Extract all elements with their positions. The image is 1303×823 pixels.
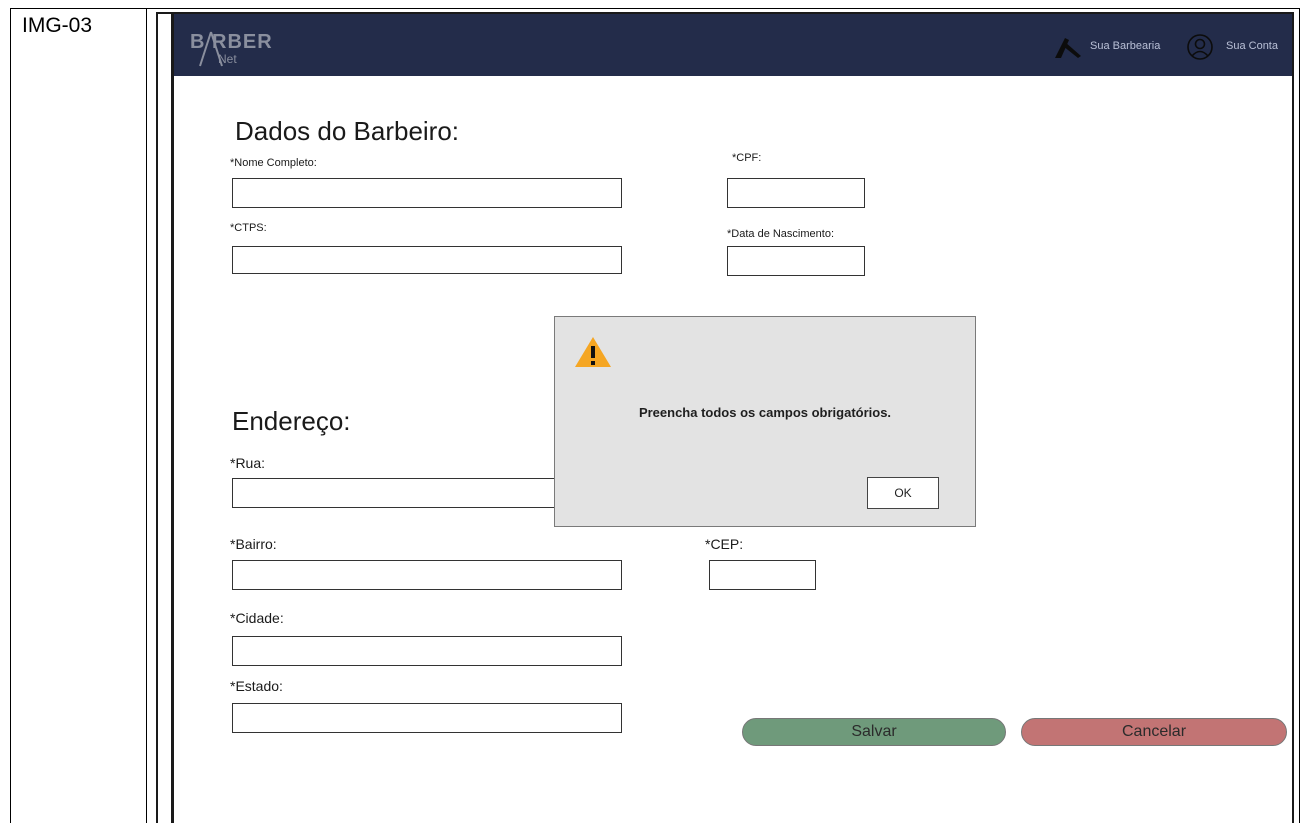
estado-field[interactable] bbox=[232, 703, 622, 733]
cancel-button[interactable]: Cancelar bbox=[1021, 718, 1287, 746]
document-page: IMG-03 B RBER Net Sua Barbearia Sua Cont… bbox=[0, 0, 1303, 823]
user-circle-icon[interactable] bbox=[1186, 33, 1214, 66]
cpf-field[interactable] bbox=[727, 178, 865, 208]
label-nome: *Nome Completo: bbox=[230, 157, 317, 169]
scissors-comb-icon[interactable] bbox=[1053, 34, 1083, 65]
ctps-field[interactable] bbox=[232, 246, 622, 274]
app-logo-sub: Net bbox=[218, 52, 237, 66]
dialog-message: Preencha todos os campos obrigatórios. bbox=[638, 405, 892, 420]
ok-button[interactable]: OK bbox=[867, 477, 939, 509]
warning-icon bbox=[573, 335, 613, 374]
table-border-divider bbox=[146, 8, 147, 823]
section-title-barbeiro: Dados do Barbeiro: bbox=[235, 116, 460, 146]
label-estado: *Estado: bbox=[230, 678, 283, 694]
bairro-field[interactable] bbox=[232, 560, 622, 590]
section-title-endereco: Endereço: bbox=[232, 406, 351, 436]
nome-field[interactable] bbox=[232, 178, 622, 208]
mockup-frame-edge bbox=[171, 12, 174, 823]
app-logo[interactable]: B RBER bbox=[190, 31, 273, 54]
label-cep: *CEP: bbox=[705, 536, 744, 552]
table-border-right bbox=[1299, 8, 1300, 823]
table-border-top bbox=[10, 8, 1300, 9]
label-cpf: *CPF: bbox=[732, 152, 762, 164]
label-nascimento: *Data de Nascimento: bbox=[727, 228, 834, 240]
table-border-left bbox=[10, 8, 11, 823]
nascimento-field[interactable] bbox=[727, 246, 865, 276]
nav-sua-conta[interactable]: Sua Conta bbox=[1226, 40, 1278, 52]
label-cidade: *Cidade: bbox=[230, 610, 284, 626]
label-bairro: *Bairro: bbox=[230, 536, 277, 552]
nav-sua-barbearia[interactable]: Sua Barbearia bbox=[1090, 40, 1160, 52]
save-button[interactable]: Salvar bbox=[742, 718, 1006, 746]
alert-dialog: Preencha todos os campos obrigatórios. O… bbox=[554, 316, 976, 527]
image-id-label: IMG-03 bbox=[22, 14, 93, 37]
cep-field[interactable] bbox=[709, 560, 816, 590]
label-rua: *Rua: bbox=[230, 455, 266, 471]
label-ctps: *CTPS: bbox=[230, 222, 267, 234]
cidade-field[interactable] bbox=[232, 636, 622, 666]
